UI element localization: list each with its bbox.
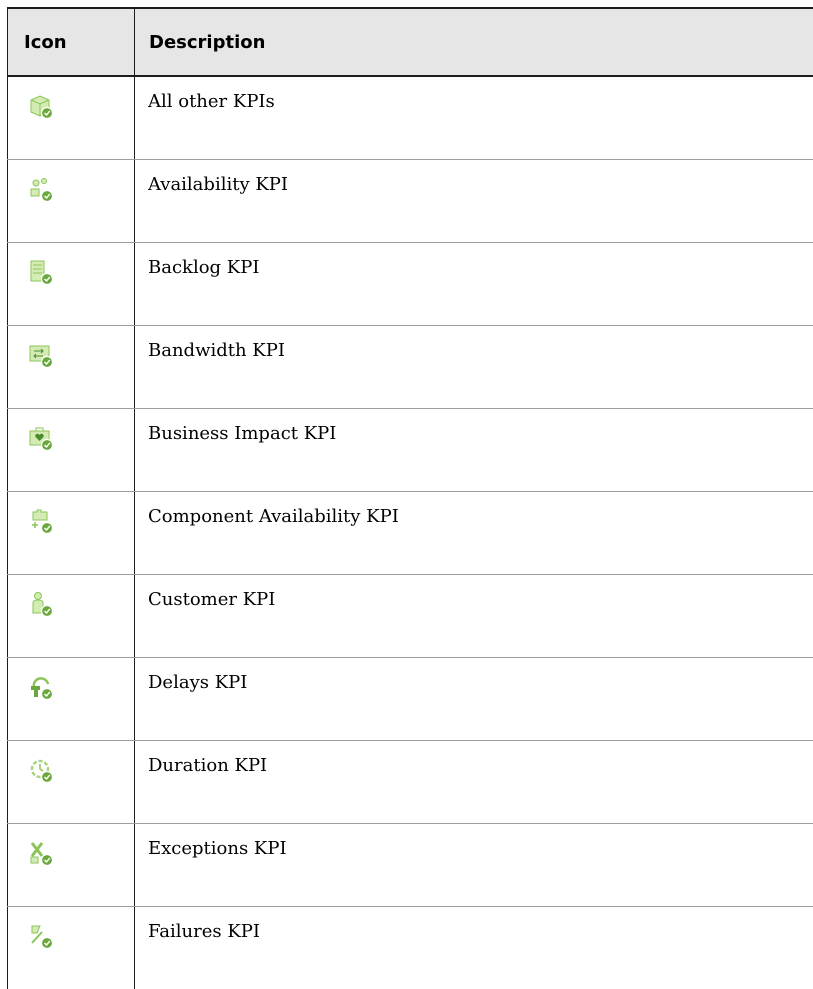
description-cell: Backlog KPI bbox=[135, 243, 813, 326]
icon-cell bbox=[8, 907, 135, 989]
description-cell: Failures KPI bbox=[135, 907, 813, 989]
cube-kpi-icon bbox=[28, 93, 54, 119]
customer-kpi-icon bbox=[28, 591, 54, 617]
kpi-icon-table: Icon Description All other KPIs bbox=[7, 7, 813, 989]
icon-cell bbox=[8, 243, 135, 326]
header-row: Icon Description bbox=[8, 8, 813, 76]
icon-cell bbox=[8, 492, 135, 575]
icon-cell bbox=[8, 76, 135, 160]
description-cell: Delays KPI bbox=[135, 658, 813, 741]
description-cell: Component Availability KPI bbox=[135, 492, 813, 575]
description-cell: Business Impact KPI bbox=[135, 409, 813, 492]
table-row: All other KPIs bbox=[8, 76, 813, 160]
description-cell: Exceptions KPI bbox=[135, 824, 813, 907]
delays-kpi-icon bbox=[28, 674, 54, 700]
icon-cell bbox=[8, 741, 135, 824]
icon-cell bbox=[8, 658, 135, 741]
description-cell: Bandwidth KPI bbox=[135, 326, 813, 409]
bandwidth-kpi-icon bbox=[28, 342, 54, 368]
table-row: Availability KPI bbox=[8, 160, 813, 243]
description-cell: Availability KPI bbox=[135, 160, 813, 243]
table-row: Backlog KPI bbox=[8, 243, 813, 326]
icon-column-header: Icon bbox=[8, 8, 135, 76]
table-row: Delays KPI bbox=[8, 658, 813, 741]
component-availability-kpi-icon bbox=[28, 508, 54, 534]
table-row: Component Availability KPI bbox=[8, 492, 813, 575]
availability-kpi-icon bbox=[28, 176, 54, 202]
icon-cell bbox=[8, 326, 135, 409]
description-column-header: Description bbox=[135, 8, 813, 76]
description-cell: Duration KPI bbox=[135, 741, 813, 824]
exceptions-kpi-icon bbox=[28, 840, 54, 866]
table-row: Business Impact KPI bbox=[8, 409, 813, 492]
icon-cell bbox=[8, 409, 135, 492]
table-row: Exceptions KPI bbox=[8, 824, 813, 907]
icon-cell bbox=[8, 824, 135, 907]
table-row: Duration KPI bbox=[8, 741, 813, 824]
table-row: Bandwidth KPI bbox=[8, 326, 813, 409]
table-row: Failures KPI bbox=[8, 907, 813, 989]
icon-cell bbox=[8, 575, 135, 658]
description-cell: Customer KPI bbox=[135, 575, 813, 658]
description-cell: All other KPIs bbox=[135, 76, 813, 160]
business-impact-kpi-icon bbox=[28, 425, 54, 451]
icon-cell bbox=[8, 160, 135, 243]
duration-kpi-icon bbox=[28, 757, 54, 783]
table-row: Customer KPI bbox=[8, 575, 813, 658]
failures-kpi-icon bbox=[28, 923, 54, 949]
backlog-kpi-icon bbox=[28, 259, 54, 285]
